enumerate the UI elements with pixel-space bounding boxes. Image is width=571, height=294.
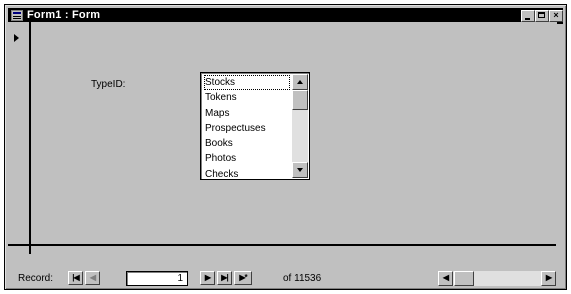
scroll-left-icon: ◀	[442, 273, 449, 282]
next-record-button[interactable]: ▶	[200, 271, 215, 285]
record-navigation-bar: Record: |◀ ◀ 1 ▶ ▶| ▶* of 11536 ◀ ▶	[8, 270, 556, 286]
typeid-label: TypeID:	[91, 79, 126, 90]
close-button[interactable]: ×	[549, 10, 563, 22]
scroll-right-icon: ▶	[545, 273, 552, 282]
record-count: of 11536	[283, 273, 322, 284]
list-item[interactable]: Prospectuses	[204, 121, 290, 136]
minimize-button[interactable]	[521, 10, 535, 22]
first-record-icon: |◀	[72, 273, 79, 282]
close-icon: ×	[553, 10, 559, 20]
scroll-down-button[interactable]	[292, 162, 308, 178]
typeid-listbox[interactable]: Stocks Tokens Maps Prospectuses Books Ph…	[200, 72, 310, 180]
new-record-icon: ▶*	[239, 273, 247, 282]
next-record-icon: ▶	[204, 273, 211, 282]
horizontal-scrollbar[interactable]: ◀ ▶	[438, 271, 556, 286]
window-title: Form1 : Form	[27, 9, 101, 21]
maximize-icon	[538, 12, 545, 18]
record-selector[interactable]	[8, 22, 31, 254]
listbox-items: Stocks Tokens Maps Prospectuses Books Ph…	[204, 75, 290, 179]
list-item[interactable]: Maps	[204, 106, 290, 121]
scroll-left-button[interactable]: ◀	[438, 271, 453, 286]
last-record-button[interactable]: ▶|	[217, 271, 232, 285]
scroll-up-icon	[297, 80, 303, 84]
new-record-button[interactable]: ▶*	[234, 271, 252, 285]
list-item[interactable]: Stocks	[204, 75, 290, 91]
list-item[interactable]: Tokens	[204, 90, 290, 105]
section-divider	[8, 244, 556, 246]
list-item[interactable]: Photos	[204, 151, 290, 166]
list-item[interactable]: Checks	[204, 167, 290, 179]
list-item[interactable]: Books	[204, 136, 290, 151]
record-selector-arrow-icon	[14, 34, 19, 42]
first-record-button[interactable]: |◀	[68, 271, 83, 285]
maximize-button[interactable]	[535, 10, 549, 22]
scroll-thumb[interactable]	[292, 90, 308, 110]
record-label: Record:	[18, 273, 54, 284]
horizontal-scroll-thumb[interactable]	[454, 271, 474, 286]
previous-record-button[interactable]: ◀	[85, 271, 100, 285]
scroll-right-button[interactable]: ▶	[541, 271, 556, 286]
last-record-icon: ▶|	[221, 273, 228, 282]
listbox-vertical-scrollbar[interactable]	[292, 74, 308, 178]
minimize-icon	[525, 18, 530, 20]
previous-record-icon: ◀	[89, 273, 96, 282]
scroll-up-button[interactable]	[292, 74, 308, 90]
form-icon[interactable]	[11, 10, 23, 21]
current-record-input[interactable]: 1	[126, 271, 188, 286]
scroll-down-icon	[297, 168, 303, 172]
